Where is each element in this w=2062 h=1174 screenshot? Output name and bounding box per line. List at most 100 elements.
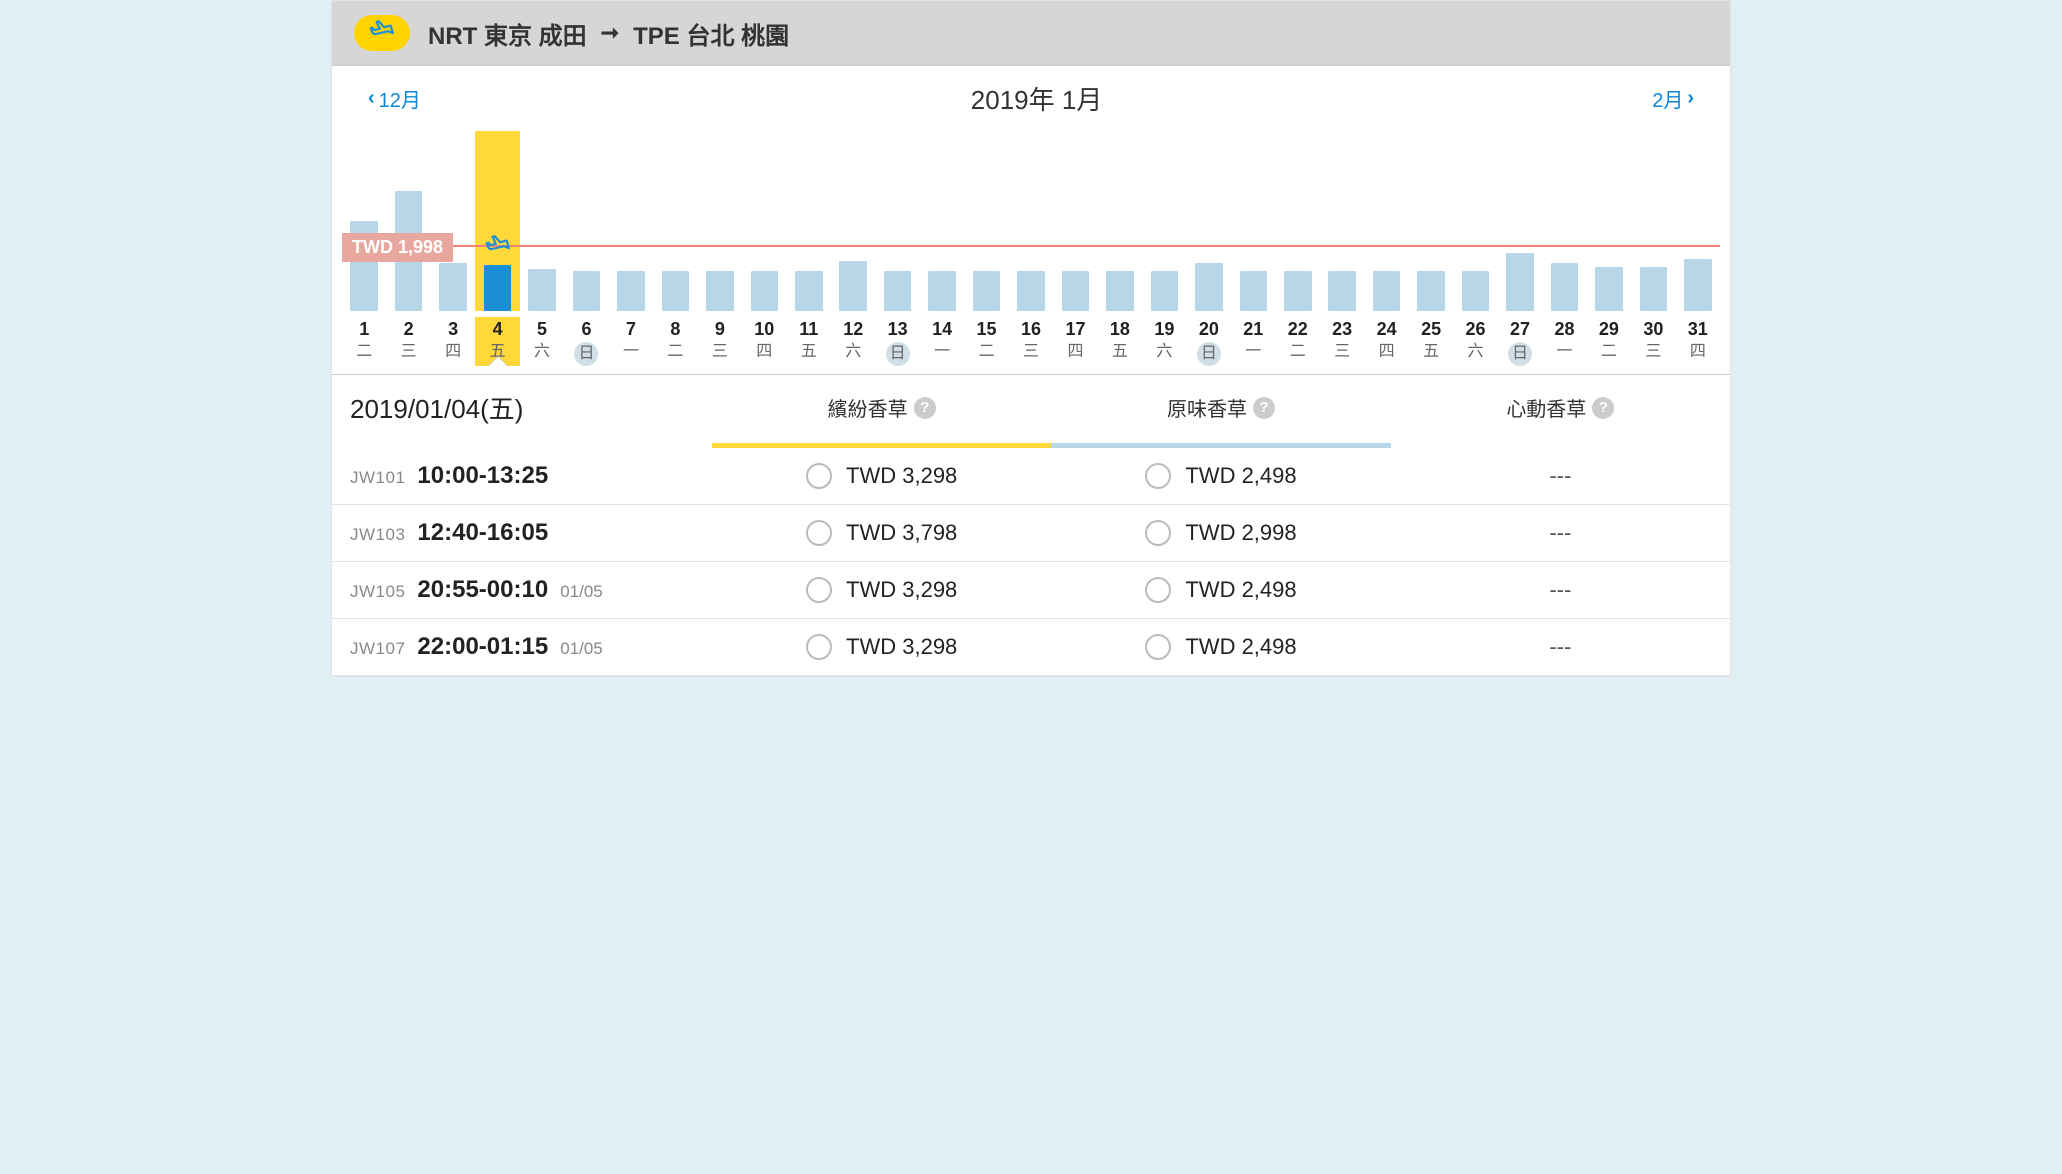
day-label[interactable]: 27日	[1498, 317, 1542, 366]
day-label[interactable]: 2三	[386, 317, 430, 366]
chart-day-column[interactable]	[920, 131, 964, 311]
price-cell: ---	[1391, 520, 1730, 546]
next-month-button[interactable]: 2月 ›	[1652, 84, 1694, 113]
chart-day-column[interactable]	[342, 131, 386, 311]
day-label[interactable]: 16三	[1009, 317, 1053, 366]
radio-icon[interactable]	[1145, 463, 1171, 489]
radio-icon[interactable]	[1145, 577, 1171, 603]
day-label[interactable]: 14一	[920, 317, 964, 366]
chart-day-column[interactable]	[1276, 131, 1320, 311]
day-label[interactable]: 15二	[964, 317, 1008, 366]
chart-day-column[interactable]	[742, 131, 786, 311]
day-number: 20	[1187, 317, 1231, 342]
day-number: 12	[831, 317, 875, 342]
day-label[interactable]: 29二	[1587, 317, 1631, 366]
fare-type-c: 心動香草 ?	[1391, 379, 1730, 436]
day-label[interactable]: 11五	[787, 317, 831, 366]
chart-day-column[interactable]	[1187, 131, 1231, 311]
price-cell[interactable]: TWD 2,498	[1051, 463, 1390, 489]
day-label[interactable]: 24四	[1364, 317, 1408, 366]
day-label[interactable]: 6日	[564, 317, 608, 366]
chart-day-column[interactable]	[1587, 131, 1631, 311]
chart-day-column[interactable]	[1009, 131, 1053, 311]
day-label[interactable]: 31四	[1676, 317, 1720, 366]
day-label[interactable]: 1二	[342, 317, 386, 366]
chart-day-column[interactable]	[964, 131, 1008, 311]
help-icon[interactable]: ?	[1592, 397, 1614, 419]
day-label[interactable]: 26六	[1453, 317, 1497, 366]
day-label[interactable]: 21一	[1231, 317, 1275, 366]
price-cell[interactable]: TWD 2,498	[1051, 634, 1390, 660]
day-label[interactable]: 8二	[653, 317, 697, 366]
day-number: 18	[1098, 317, 1142, 342]
radio-icon[interactable]	[1145, 520, 1171, 546]
chart-day-column[interactable]	[1231, 131, 1275, 311]
day-label[interactable]: 23三	[1320, 317, 1364, 366]
day-label[interactable]: 30三	[1631, 317, 1675, 366]
price-cell[interactable]: TWD 2,998	[1051, 520, 1390, 546]
chart-day-column[interactable]	[609, 131, 653, 311]
price-cell[interactable]: TWD 2,498	[1051, 577, 1390, 603]
chart-day-column[interactable]	[1364, 131, 1408, 311]
day-label[interactable]: 28一	[1542, 317, 1586, 366]
chart-day-column[interactable]	[875, 131, 919, 311]
chart-day-column[interactable]	[1542, 131, 1586, 311]
day-number: 7	[609, 317, 653, 342]
price-cell[interactable]: TWD 3,298	[712, 577, 1051, 603]
day-label[interactable]: 13日	[875, 317, 919, 366]
day-of-week: 三	[386, 342, 430, 363]
chart-day-column[interactable]	[564, 131, 608, 311]
help-icon[interactable]: ?	[914, 397, 936, 419]
radio-icon[interactable]	[806, 463, 832, 489]
flight-time: 10:00-13:25	[417, 462, 548, 490]
chart-day-column[interactable]	[520, 131, 564, 311]
selected-date: 2019/01/04(五)	[350, 389, 694, 426]
chart-day-column[interactable]	[1498, 131, 1542, 311]
chart-day-column[interactable]	[1053, 131, 1097, 311]
help-icon[interactable]: ?	[1253, 397, 1275, 419]
day-label[interactable]: 9三	[698, 317, 742, 366]
chart-day-column[interactable]	[698, 131, 742, 311]
radio-icon[interactable]	[806, 520, 832, 546]
chart-day-column[interactable]	[1409, 131, 1453, 311]
chevron-left-icon: ‹	[368, 87, 375, 110]
chart-day-column[interactable]	[386, 131, 430, 311]
day-number: 23	[1320, 317, 1364, 342]
day-label[interactable]: 7一	[609, 317, 653, 366]
day-of-week: 二	[964, 342, 1008, 363]
day-number: 31	[1676, 317, 1720, 342]
chart-day-column[interactable]	[787, 131, 831, 311]
day-label[interactable]: 12六	[831, 317, 875, 366]
chart-day-column[interactable]	[653, 131, 697, 311]
day-label[interactable]: 10四	[742, 317, 786, 366]
chart-day-column[interactable]	[831, 131, 875, 311]
radio-icon[interactable]	[806, 577, 832, 603]
day-label[interactable]: 5六	[520, 317, 564, 366]
day-of-week: 日	[1498, 342, 1542, 366]
chart-day-column[interactable]	[1098, 131, 1142, 311]
day-label[interactable]: 3四	[431, 317, 475, 366]
day-label[interactable]: 25五	[1409, 317, 1453, 366]
day-label[interactable]: 17四	[1053, 317, 1097, 366]
chart-day-column[interactable]	[1676, 131, 1720, 311]
price-cell[interactable]: TWD 3,298	[712, 634, 1051, 660]
radio-icon[interactable]	[806, 634, 832, 660]
chart-day-column[interactable]	[475, 131, 519, 311]
chart-day-column[interactable]	[1453, 131, 1497, 311]
price-cell[interactable]: TWD 3,798	[712, 520, 1051, 546]
day-label[interactable]: 18五	[1098, 317, 1142, 366]
chart-day-column[interactable]	[1320, 131, 1364, 311]
day-label[interactable]: 4五	[475, 317, 519, 366]
day-label[interactable]: 22二	[1276, 317, 1320, 366]
prev-month-button[interactable]: ‹ 12月	[368, 84, 421, 113]
day-label[interactable]: 19六	[1142, 317, 1186, 366]
price-bar	[1551, 263, 1579, 311]
price-cell[interactable]: TWD 3,298	[712, 463, 1051, 489]
chart-day-column[interactable]	[431, 131, 475, 311]
radio-icon[interactable]	[1145, 634, 1171, 660]
chart-day-column[interactable]	[1142, 131, 1186, 311]
day-label[interactable]: 20日	[1187, 317, 1231, 366]
flight-nextday: 01/05	[560, 639, 603, 659]
day-number: 26	[1453, 317, 1497, 342]
chart-day-column[interactable]	[1631, 131, 1675, 311]
